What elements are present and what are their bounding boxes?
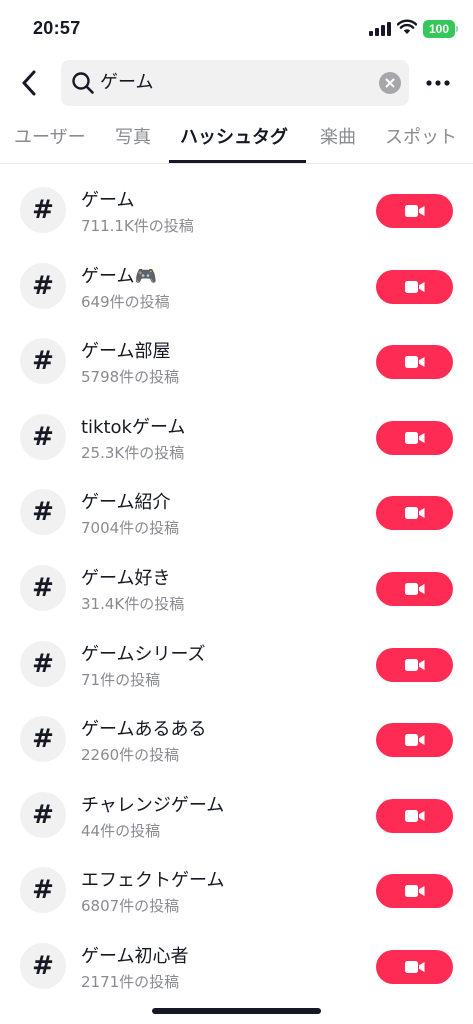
hashtag-icon: # [20,489,66,536]
video-camera-icon [404,205,424,217]
status-time: 20:57 [33,18,81,38]
tab-spots[interactable]: スポット [385,126,457,156]
video-camera-icon [404,885,424,898]
hashtag-row[interactable]: # ゲーム初心者 2171件の投稿 [0,928,473,1004]
tab-music[interactable]: 楽曲 [320,126,356,156]
hashtag-icon: # [20,413,66,460]
hashtag-name[interactable]: tiktokゲーム [81,413,185,439]
wifi-icon [397,19,417,34]
record-video-button[interactable] [376,874,453,909]
hashtag-post-count: 25.3K件の投稿 [81,443,185,462]
record-video-button[interactable] [376,345,453,380]
video-camera-icon [404,961,424,973]
clear-search-button[interactable] [379,72,401,94]
record-video-button[interactable] [376,572,453,606]
record-video-button[interactable] [376,269,453,304]
record-video-button[interactable] [376,194,453,228]
hashtag-post-count: 31.4K件の投稿 [81,595,185,613]
hashtag-row[interactable]: # ゲーム 711.1K件の投稿 [0,172,473,248]
more-options-button[interactable] [424,70,452,96]
back-button[interactable] [14,66,44,100]
tab-hashtags[interactable]: ハッシュタグ [180,126,288,156]
search-tabs: ユーザー 写真 ハッシュタグ 楽曲 スポット [0,118,473,164]
hashtag-post-count: 2260件の投稿 [81,746,180,765]
hashtag-icon: # [20,791,66,838]
video-camera-icon [404,583,424,595]
status-bar: 20:57 100 [0,0,473,56]
hashtag-name[interactable]: ゲーム初心者 [81,942,188,968]
clear-icon [385,78,395,88]
video-camera-icon [404,356,424,369]
hashtag-post-count: 5798件の投稿 [81,368,180,387]
hashtag-name[interactable]: ゲーム🎮 [81,262,157,288]
hashtag-name[interactable]: ゲーム好き [81,564,170,590]
record-video-button[interactable] [376,798,453,833]
hashtag-post-count: 2171件の投稿 [81,973,180,991]
video-camera-icon [404,280,424,293]
tab-users[interactable]: ユーザー [14,126,86,156]
hashtag-row[interactable]: # チャレンジゲーム 44件の投稿 [0,777,473,853]
video-camera-icon [404,809,424,822]
hashtag-row[interactable]: # ゲーム好き 31.4K件の投稿 [0,550,473,626]
search-icon [72,72,94,94]
record-video-button[interactable] [376,647,453,682]
hashtag-icon: # [20,338,66,385]
hashtag-row[interactable]: # ゲーム🎮 649件の投稿 [0,248,473,324]
record-video-button[interactable] [376,723,453,758]
hashtag-name[interactable]: ゲーム [81,186,134,212]
hashtag-name[interactable]: エフェクトゲーム [81,866,224,892]
home-indicator [152,1008,321,1014]
search-input[interactable]: ゲーム [61,60,409,106]
hashtag-icon: # [20,262,66,309]
chevron-left-icon [22,70,36,96]
hashtag-name[interactable]: ゲームあるある [81,715,206,741]
hashtag-row[interactable]: # エフェクトゲーム 6807件の投稿 [0,852,473,928]
hashtag-row[interactable]: # ゲーム部屋 5798件の投稿 [0,323,473,399]
hashtag-post-count: 71件の投稿 [81,670,161,689]
hashtag-icon: # [20,716,66,763]
hashtag-name[interactable]: ゲームシリーズ [81,640,206,666]
hashtag-icon: # [20,640,66,687]
tab-photos[interactable]: 写真 [115,126,151,156]
hashtag-row[interactable]: # ゲームシリーズ 71件の投稿 [0,626,473,702]
record-video-button[interactable] [376,420,453,455]
hashtag-row[interactable]: # ゲーム紹介 7004件の投稿 [0,474,473,550]
hashtag-icon: # [20,187,66,233]
active-tab-indicator [169,160,306,163]
signal-icon [369,22,391,36]
record-video-button[interactable] [376,950,453,984]
video-camera-icon [404,431,424,444]
hashtag-post-count: 649件の投稿 [81,292,170,311]
record-video-button[interactable] [376,496,453,531]
video-camera-icon [404,507,424,520]
hashtag-post-count: 711.1K件の投稿 [81,217,194,235]
battery-icon: 100 [423,20,458,38]
hashtag-icon: # [20,943,66,989]
search-query[interactable]: ゲーム [100,60,153,106]
hashtag-icon: # [20,565,66,611]
hashtag-post-count: 7004件の投稿 [81,519,180,538]
hashtag-name[interactable]: チャレンジゲーム [81,791,224,817]
hashtag-post-count: 44件の投稿 [81,821,161,840]
video-camera-icon [404,658,424,671]
hashtag-row[interactable]: # ゲームあるある 2260件の投稿 [0,701,473,777]
hashtag-name[interactable]: ゲーム紹介 [81,488,170,514]
hashtag-icon: # [20,867,66,914]
hashtag-row[interactable]: # tiktokゲーム 25.3K件の投稿 [0,399,473,475]
video-camera-icon [404,734,424,747]
more-horizontal-icon [426,80,450,86]
hashtag-post-count: 6807件の投稿 [81,897,180,916]
hashtag-name[interactable]: ゲーム部屋 [81,337,170,363]
